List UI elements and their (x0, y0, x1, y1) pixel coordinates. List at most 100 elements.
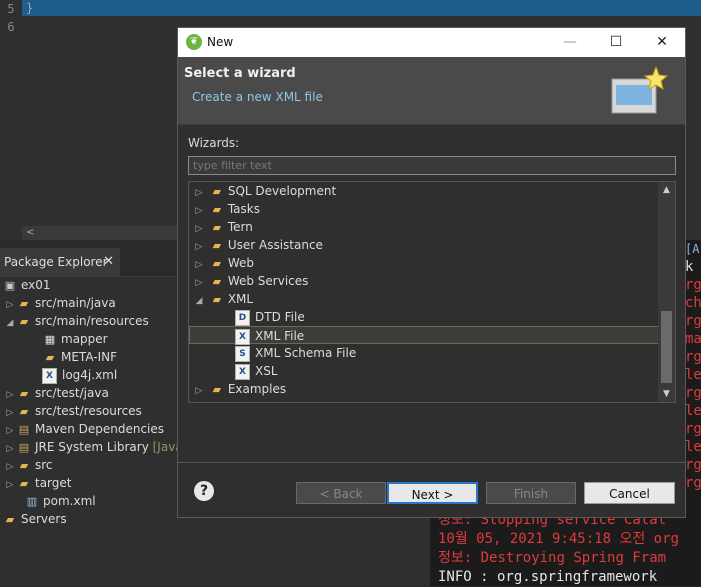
dtd-file-icon: D (235, 309, 250, 326)
tree-item-label: Servers (21, 512, 67, 526)
console-line: INFO : org.springframework (438, 569, 658, 585)
tree-item-pom-xml[interactable]: ▥ pom.xml (24, 492, 96, 510)
tab-label: Package Explorer (4, 255, 108, 269)
dialog-title: New (207, 35, 234, 49)
tree-item-label: src/test/resources (35, 404, 142, 418)
tree-item-maven-dependencies[interactable]: ▷ ▤ Maven Dependencies (4, 420, 164, 438)
console-fragment: k (685, 259, 694, 275)
tab-package-explorer[interactable]: Package Explorer ✕ (0, 248, 120, 276)
tree-item-label: src/main/java (35, 296, 116, 310)
tree-item-label: XML (227, 292, 254, 306)
scroll-up-icon[interactable]: ▲ (658, 182, 675, 198)
console-fragment: rg (685, 385, 701, 401)
console-fragment: le (685, 439, 701, 455)
dialog-divider (178, 462, 685, 463)
xsl-file-icon: X (235, 363, 250, 380)
console-line: 10월 05, 2021 9:45:18 오전 org (438, 531, 679, 547)
library-icon: ▤ (18, 441, 30, 454)
console-output-strip: [A k rg ch rg ma rg le rg le rg le rg rg (685, 240, 701, 500)
wizard-tree-scrollbar[interactable]: ▲ ▼ (658, 182, 675, 402)
folder-icon: ▰ (212, 383, 222, 396)
folder-icon: ▰ (212, 257, 222, 270)
console-line: 정보: Destroying Spring Fram (438, 550, 667, 566)
collapse-icon[interactable]: ◢ (4, 314, 16, 332)
tree-item-label: src/test/java (35, 386, 109, 400)
tree-item-servers[interactable]: ▰ Servers (2, 510, 67, 528)
code-line-selected[interactable]: } (22, 0, 701, 16)
wizard-category-user-assistance[interactable]: ▷ ▰ User Assistance (189, 236, 663, 254)
tree-item-label: XML Schema File (255, 346, 357, 360)
console-fragment: rg (685, 313, 701, 329)
tree-item-label: Web Services (227, 274, 309, 288)
console-fragment: rg (685, 421, 701, 437)
tree-item-src[interactable]: ▷ ▰ src (4, 456, 53, 474)
wizard-item-xsl[interactable]: X XSL (189, 362, 675, 380)
folder-icon: ▰ (212, 221, 222, 234)
tree-item-label: Tern (227, 220, 253, 234)
folder-icon: ▰ (5, 513, 15, 526)
minimize-button[interactable]: — (547, 28, 593, 57)
maximize-button[interactable]: ☐ (593, 28, 639, 57)
tree-item-target[interactable]: ▷ ▰ target (4, 474, 72, 492)
folder-icon: ▰ (19, 459, 29, 472)
wizard-category-web-services[interactable]: ▷ ▰ Web Services (189, 272, 663, 290)
wizards-label: Wizards: (188, 136, 240, 150)
help-icon[interactable]: ? (194, 481, 214, 501)
tree-item-label: User Assistance (227, 238, 323, 252)
tree-item-src-test-java[interactable]: ▷ ▰ src/test/java (4, 384, 109, 402)
close-button[interactable]: ✕ (639, 28, 685, 57)
expand-icon[interactable]: ▷ (193, 382, 205, 400)
folder-icon: ▰ (212, 185, 222, 198)
wizard-category-tasks[interactable]: ▷ ▰ Tasks (189, 200, 663, 218)
tree-item-log4j-xml[interactable]: Xlog4j.xml (42, 366, 117, 384)
tree-item-project[interactable]: ▣ ex01 (2, 276, 51, 294)
expand-icon[interactable]: ▷ (4, 476, 16, 494)
console-fragment: rg (685, 457, 701, 473)
tree-item-label: SQL Development (227, 184, 337, 198)
wizard-item-xml-file[interactable]: X XML File (189, 326, 659, 345)
tree-item-label: Web (227, 256, 254, 270)
wizard-tree[interactable]: ▷ ▰ SQL Development ▷ ▰ Tasks ▷ ▰ Tern ▷ ▰ U… (188, 181, 676, 403)
package-folder-icon: ▰ (19, 387, 29, 400)
folder-icon: ▰ (212, 275, 222, 288)
tree-item-src-test-resources[interactable]: ▷ ▰ src/test/resources (4, 402, 142, 420)
tree-item-src-main-resources[interactable]: ◢ ▰ src/main/resources (4, 312, 149, 330)
close-icon[interactable]: ✕ (103, 248, 114, 276)
wizard-category-examples[interactable]: ▷ ▰ Examples (189, 380, 663, 398)
console-fragment: le (685, 403, 701, 419)
finish-button[interactable]: Finish (486, 482, 576, 504)
wizard-category-sql-development[interactable]: ▷ ▰ SQL Development (189, 182, 663, 200)
scrollbar-thumb[interactable] (661, 311, 672, 383)
editor-horizontal-scrollbar[interactable]: < (22, 226, 182, 240)
folder-icon: ▰ (212, 239, 222, 252)
back-button[interactable]: < Back (296, 482, 386, 504)
wizard-filter-input[interactable]: type filter text (188, 156, 676, 175)
console-fragment: rg (685, 277, 701, 293)
wizard-item-xml-schema-file[interactable]: S XML Schema File (189, 344, 675, 362)
tree-item-jre-system-library[interactable]: ▷ ▤ JRE System Library [JavaS (4, 438, 191, 456)
tree-item-meta-inf[interactable]: ▰ META-INF (42, 348, 117, 366)
wizard-category-tern[interactable]: ▷ ▰ Tern (189, 218, 663, 236)
wizard-category-xml[interactable]: ◢ ▰ XML (189, 290, 663, 308)
tree-item-label: DTD File (255, 310, 305, 324)
next-button[interactable]: Next > (387, 482, 478, 504)
wizard-item-dtd-file[interactable]: D DTD File (189, 308, 675, 326)
scroll-down-icon[interactable]: ▼ (658, 386, 675, 402)
wizard-category-web[interactable]: ▷ ▰ Web (189, 254, 663, 272)
header-subtitle: Create a new XML file (192, 90, 323, 104)
xml-file-icon: X (235, 328, 250, 345)
dialog-titlebar[interactable]: ❦ New — ☐ ✕ (178, 28, 685, 57)
scroll-left-icon[interactable]: < (26, 227, 34, 238)
line-number: 6 (7, 20, 15, 34)
folder-icon: ▰ (19, 477, 29, 490)
console-fragment: le (685, 367, 701, 383)
tree-item-label: log4j.xml (62, 368, 118, 382)
tree-item-mapper[interactable]: ▦ mapper (42, 330, 108, 348)
folder-icon: ▰ (212, 203, 222, 216)
line-number-gutter: 5 6 (0, 0, 22, 240)
spring-leaf-icon: ❦ (186, 34, 202, 50)
tree-item-src-main-java[interactable]: ▷ ▰ src/main/java (4, 294, 116, 312)
tree-item-label: src (35, 458, 53, 472)
folder-open-icon: ▰ (212, 293, 222, 306)
cancel-button[interactable]: Cancel (584, 482, 675, 504)
